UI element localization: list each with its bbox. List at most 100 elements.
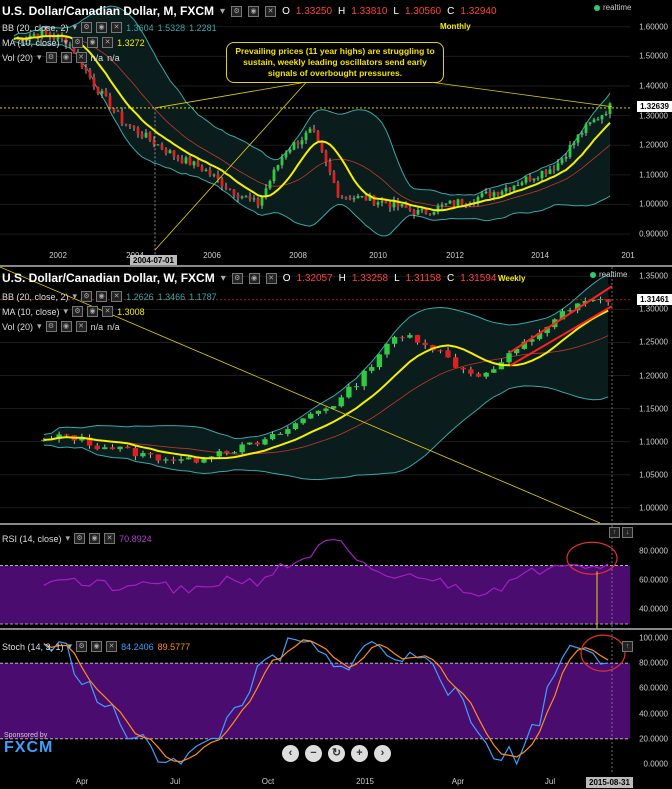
monthly-candle bbox=[440, 204, 444, 206]
close-icon[interactable]: ✕ bbox=[106, 641, 118, 652]
monthly-candle bbox=[328, 161, 332, 173]
zoom-out-button[interactable]: − bbox=[305, 745, 322, 762]
monthly-price-tick-label: 1.30000 bbox=[639, 111, 668, 121]
monthly-ma-legend[interactable]: MA (10, close) ▾ ⚙ ◉ ✕ 1.3272 bbox=[2, 37, 145, 48]
stoch-legend[interactable]: Stoch (14, 3, 1) ▾ ⚙ ◉ ✕ 84.2406 89.5777 bbox=[2, 641, 190, 652]
monthly-candle bbox=[600, 114, 604, 120]
settings-icon[interactable]: ⚙ bbox=[72, 306, 84, 317]
rsi-tick-label: 80.0000 bbox=[639, 546, 668, 556]
weekly-price-tick-label: 1.30000 bbox=[639, 304, 668, 314]
monthly-vol-legend[interactable]: Vol (20) ▾ ⚙ ◉ ✕ n/a n/a bbox=[2, 52, 120, 63]
weekly-candle bbox=[346, 386, 352, 398]
settings-icon[interactable]: ⚙ bbox=[231, 272, 243, 284]
weekly-ma-legend[interactable]: MA (10, close) ▾ ⚙ ◉ ✕ 1.3008 bbox=[2, 306, 145, 317]
visibility-icon[interactable]: ◉ bbox=[248, 5, 260, 17]
visibility-icon[interactable]: ◉ bbox=[60, 321, 72, 332]
ma-value: 1.3008 bbox=[117, 306, 145, 317]
settings-icon[interactable]: ⚙ bbox=[45, 52, 57, 63]
monthly-candle bbox=[212, 174, 216, 176]
monthly-candle bbox=[400, 204, 404, 207]
close-icon[interactable]: ✕ bbox=[265, 5, 277, 17]
scroll-left-button[interactable]: ‹ bbox=[282, 745, 299, 762]
monthly-header: U.S. Dollar/Canadian Dollar, M, FXCM ▾ ⚙… bbox=[2, 4, 497, 18]
move-down-icon[interactable]: ↓ bbox=[622, 527, 633, 538]
reset-button[interactable]: ↻ bbox=[328, 745, 345, 762]
monthly-candle bbox=[116, 111, 120, 113]
weekly-price-tag: 1.31461 bbox=[637, 294, 672, 305]
monthly-candle bbox=[160, 144, 164, 150]
visibility-icon[interactable]: ◉ bbox=[91, 641, 103, 652]
close-icon[interactable]: ✕ bbox=[102, 306, 114, 317]
visibility-icon[interactable]: ◉ bbox=[60, 52, 72, 63]
settings-icon[interactable]: ⚙ bbox=[231, 5, 243, 17]
rsi-label: RSI (14, close) bbox=[2, 533, 62, 544]
weekly-candle bbox=[247, 442, 253, 445]
move-up-icon[interactable]: ↑ bbox=[622, 641, 633, 652]
monthly-price-tick-label: 1.40000 bbox=[639, 81, 668, 91]
monthly-candle bbox=[228, 188, 232, 190]
monthly-candle bbox=[204, 169, 208, 171]
monthly-candle bbox=[280, 157, 284, 166]
chevron-down-icon[interactable]: ▾ bbox=[37, 321, 42, 332]
monthly-candle bbox=[148, 132, 152, 141]
sponsor-logo[interactable]: Sponsored by FXCM bbox=[4, 732, 53, 757]
rsi-legend[interactable]: RSI (14, close) ▾ ⚙ ◉ ✕ 70.8924 bbox=[2, 533, 152, 544]
visibility-icon[interactable]: ◉ bbox=[96, 291, 108, 302]
settings-icon[interactable]: ⚙ bbox=[81, 291, 93, 302]
settings-icon[interactable]: ⚙ bbox=[45, 321, 57, 332]
visibility-icon[interactable]: ◉ bbox=[87, 37, 99, 48]
monthly-bb-legend[interactable]: BB (20, close, 2) ▾ ⚙ ◉ ✕ 1.3604 1.5328 1.228… bbox=[2, 22, 217, 33]
chevron-down-icon[interactable]: ▾ bbox=[66, 533, 71, 544]
monthly-year-label: 2010 bbox=[369, 251, 387, 260]
weekly-vol-legend[interactable]: Vol (20) ▾ ⚙ ◉ ✕ n/a n/a bbox=[2, 321, 120, 332]
chevron-down-icon[interactable]: ▾ bbox=[64, 37, 69, 48]
settings-icon[interactable]: ⚙ bbox=[81, 22, 93, 33]
monthly-candle bbox=[232, 189, 236, 196]
close-icon[interactable]: ✕ bbox=[75, 52, 87, 63]
zoom-in-button[interactable]: + bbox=[351, 745, 368, 762]
weekly-bb-legend[interactable]: BB (20, close, 2) ▾ ⚙ ◉ ✕ 1.2626 1.3466 1.178… bbox=[2, 291, 217, 302]
close-icon[interactable]: ✕ bbox=[104, 533, 116, 544]
close-icon[interactable]: ✕ bbox=[111, 22, 123, 33]
monthly-price-tag: 1.32639 bbox=[637, 101, 672, 112]
chevron-down-icon[interactable]: ▾ bbox=[73, 291, 78, 302]
visibility-icon[interactable]: ◉ bbox=[87, 306, 99, 317]
close-icon[interactable]: ✕ bbox=[111, 291, 123, 302]
weekly-chart-title[interactable]: U.S. Dollar/Canadian Dollar, W, FXCM bbox=[2, 271, 215, 285]
monthly-candle bbox=[500, 191, 504, 195]
weekly-candle bbox=[170, 459, 177, 461]
weekly-header: U.S. Dollar/Canadian Dollar, W, FXCM ▾ ⚙… bbox=[2, 271, 496, 285]
settings-icon[interactable]: ⚙ bbox=[74, 533, 86, 544]
chevron-down-icon[interactable]: ▾ bbox=[73, 22, 78, 33]
visibility-icon[interactable]: ◉ bbox=[89, 533, 101, 544]
close-icon[interactable]: ✕ bbox=[265, 272, 277, 284]
chevron-down-icon[interactable]: ▾ bbox=[220, 6, 225, 17]
settings-icon[interactable]: ⚙ bbox=[76, 641, 88, 652]
weekly-candle bbox=[239, 444, 245, 453]
realtime-label: realtime bbox=[603, 3, 632, 12]
monthly-chart-title[interactable]: U.S. Dollar/Canadian Dollar, M, FXCM bbox=[2, 4, 214, 18]
weekly-candle bbox=[201, 459, 207, 463]
monthly-candle bbox=[288, 149, 292, 153]
monthly-candle bbox=[452, 200, 456, 206]
close-value: 1.32940 bbox=[460, 5, 497, 17]
chevron-down-icon[interactable]: ▾ bbox=[68, 641, 73, 652]
close-icon[interactable]: ✕ bbox=[102, 37, 114, 48]
stoch-d-value: 89.5777 bbox=[157, 641, 191, 652]
monthly-price-tick-label: 1.20000 bbox=[639, 140, 668, 150]
visibility-icon[interactable]: ◉ bbox=[96, 22, 108, 33]
scroll-right-button[interactable]: › bbox=[374, 745, 391, 762]
move-up-icon[interactable]: ↑ bbox=[609, 527, 620, 538]
monthly-year-label: 2008 bbox=[289, 251, 307, 260]
visibility-icon[interactable]: ◉ bbox=[248, 272, 260, 284]
monthly-candle bbox=[268, 181, 272, 189]
chevron-down-icon[interactable]: ▾ bbox=[64, 306, 69, 317]
close-label: C bbox=[447, 272, 455, 284]
settings-icon[interactable]: ⚙ bbox=[72, 37, 84, 48]
open-label: O bbox=[282, 272, 291, 284]
monthly-candle bbox=[528, 176, 532, 181]
close-icon[interactable]: ✕ bbox=[75, 321, 87, 332]
chevron-down-icon[interactable]: ▾ bbox=[221, 273, 226, 284]
monthly-price-tick-label: 1.60000 bbox=[639, 22, 668, 32]
chevron-down-icon[interactable]: ▾ bbox=[37, 52, 42, 63]
